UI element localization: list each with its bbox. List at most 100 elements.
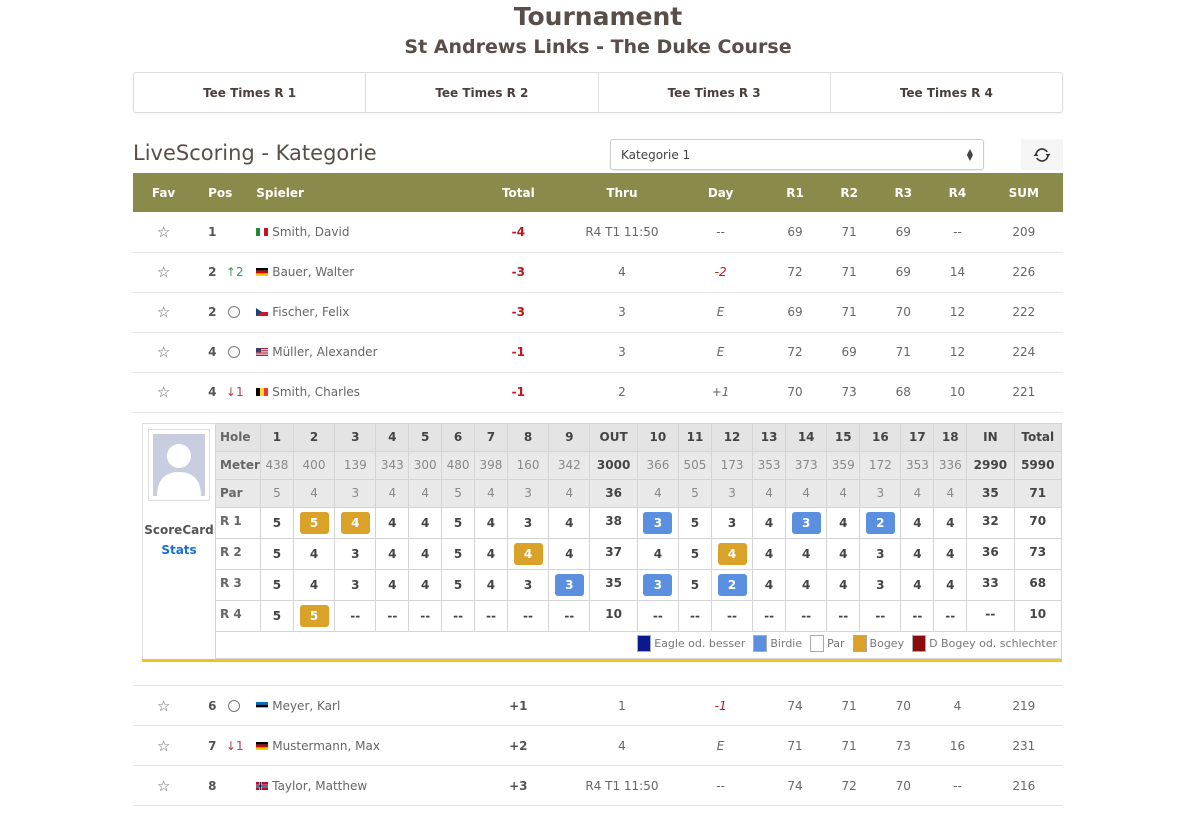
par-row-cell: 35 — [966, 478, 1015, 508]
hole-score-cell: 4 — [636, 537, 680, 570]
position: 6 — [208, 698, 217, 713]
col-total[interactable]: Total — [466, 173, 571, 212]
round-2-score: 72 — [822, 765, 877, 806]
favorite-star-icon[interactable]: ☆ — [157, 383, 170, 401]
leaderboard-row[interactable]: ☆ 4 ↓1 Smith, Charles -1 2 +1 70 73 68 10 221 — [133, 372, 1063, 413]
round-subtotal: 38 — [589, 506, 638, 539]
day-score: E — [716, 345, 725, 359]
flag-it-icon — [256, 227, 269, 236]
total-score: -1 — [511, 345, 525, 359]
player-name[interactable]: Bauer, Walter — [272, 265, 354, 279]
col-r1[interactable]: R1 — [767, 173, 823, 212]
favorite-star-icon[interactable]: ☆ — [157, 303, 170, 321]
legend-item: Birdie — [753, 634, 802, 652]
position-up-indicator: ↑2 — [225, 265, 244, 279]
favorite-star-icon[interactable]: ☆ — [157, 343, 170, 361]
day-score: +1 — [711, 385, 730, 399]
category-select[interactable]: Kategorie 1 ▲ ▼ — [610, 139, 984, 170]
col-pos[interactable]: Pos — [194, 173, 257, 212]
col-r3[interactable]: R3 — [876, 173, 931, 212]
round-2-score: 69 — [822, 332, 877, 373]
hole-score-cell: -- — [710, 599, 754, 632]
hole-score-cell: 4 — [710, 537, 754, 570]
sum-score: 219 — [984, 685, 1063, 726]
round-score-row: R 4 5 5 -- -- -- -- -- -- -- 10 -- -- -- -- -- -- -- -- -- -… — [215, 599, 1063, 632]
refresh-icon — [1033, 147, 1051, 162]
scorecard-section: ScoreCard Stats Hole 1 2 3 4 5 6 7 8 9 OUT 10 11 12 13… — [133, 412, 1063, 686]
hole-score-cell: 4 — [826, 537, 861, 570]
favorite-star-icon[interactable]: ☆ — [157, 223, 170, 241]
score-legend-row: Eagle od. besser Birdie Par Bogey D Bogey od… — [215, 630, 1062, 659]
flag-de-icon — [256, 268, 269, 276]
round-3-score: 70 — [876, 765, 931, 806]
meter-row-cell: 2990 — [966, 450, 1015, 480]
meter-row-cell: 359 — [826, 450, 861, 480]
hole-score-cell: 3 — [785, 506, 828, 539]
favorite-star-icon[interactable]: ☆ — [157, 777, 170, 795]
round-4-score: -- — [930, 212, 985, 253]
col-fav[interactable]: Fav — [133, 173, 195, 212]
par-row-cell: 5 — [260, 478, 294, 508]
leaderboard-row[interactable]: ☆ 2 Fischer, Felix -3 3 E 69 71 70 12 222 — [133, 292, 1063, 333]
leaderboard-row[interactable]: ☆ 1 Smith, David -4 R4 T1 11:50 -- 69 71 69 -- 20… — [133, 212, 1063, 253]
tab-tee-times-r2[interactable]: Tee Times R 2 — [366, 73, 599, 112]
col-spieler[interactable]: Spieler — [256, 173, 467, 212]
leaderboard-row[interactable]: ☆ 2 ↑2 Bauer, Walter -3 4 -2 72 71 69 14 226 — [133, 252, 1063, 293]
scorecard-player-column: ScoreCard Stats — [142, 422, 215, 659]
tab-tee-times-r1[interactable]: Tee Times R 1 — [134, 73, 367, 112]
tab-tee-times-r4[interactable]: Tee Times R 4 — [831, 73, 1062, 112]
player-name[interactable]: Smith, David — [272, 225, 349, 239]
round-2-score: 71 — [822, 212, 877, 253]
player-name[interactable]: Mustermann, Max — [272, 739, 380, 753]
col-r4[interactable]: R4 — [930, 173, 985, 212]
par-row-cell: 3 — [710, 478, 754, 508]
hole-header-row-cell: 8 — [506, 422, 550, 452]
col-thru[interactable]: Thru — [570, 173, 674, 212]
round-1-score: 74 — [767, 765, 823, 806]
leaderboard-row[interactable]: ☆ 8 Taylor, Matthew +3 R4 T1 11:50 -- 74 72 70-… — [133, 765, 1063, 806]
col-day[interactable]: Day — [673, 173, 768, 212]
thru: 1 — [570, 685, 674, 726]
hole-score-cell: -- — [785, 599, 828, 632]
legend-swatch — [852, 634, 867, 652]
scorecard-label: ScoreCard — [144, 522, 214, 537]
round-subtotal: -- — [966, 599, 1015, 632]
par-row: Par 5 4 3 4 4 5 4 3 4 36 4 5 3 4 4 4 3 4 4 35 71 — [215, 478, 1063, 508]
player-name[interactable]: Taylor, Matthew — [272, 779, 367, 793]
spacer-row — [133, 661, 1063, 686]
stats-link[interactable]: Stats — [161, 543, 196, 557]
sum-score: 224 — [984, 332, 1063, 373]
leaderboard-row[interactable]: ☆ 6 Meyer, Karl +1 1 -1 74 71 70 4 219 — [133, 685, 1063, 726]
leaderboard-row[interactable]: ☆ 4 Müller, Alexander -1 3 E 72 69 71 12 224 — [133, 332, 1063, 373]
flag-be-icon — [256, 388, 269, 396]
hole-score-cell: 2 — [710, 568, 754, 601]
hole-score-cell: 5 — [260, 537, 294, 570]
favorite-star-icon[interactable]: ☆ — [157, 737, 170, 755]
refresh-button[interactable] — [1021, 139, 1063, 170]
col-r2[interactable]: R2 — [822, 173, 877, 212]
legend-swatch — [810, 634, 825, 652]
flag-de-icon — [256, 741, 269, 750]
hole-score-cell: 4 — [752, 506, 787, 539]
bogey-score-chip: 4 — [340, 511, 370, 534]
hole-score-cell: -- — [334, 599, 377, 632]
hole-header-row-cell: 15 — [826, 422, 861, 452]
player-name[interactable]: Smith, Charles — [272, 385, 360, 399]
livescoring-title: LiveScoring - Kategorie — [133, 141, 377, 165]
birdie-score-chip: 3 — [643, 511, 673, 534]
player-name[interactable]: Meyer, Karl — [272, 699, 340, 713]
thru: 4 — [570, 252, 674, 293]
thru: 4 — [570, 725, 674, 766]
tab-tee-times-r3[interactable]: Tee Times R 3 — [599, 73, 831, 112]
player-name[interactable]: Fischer, Felix — [272, 305, 349, 319]
legend-item: Par — [810, 634, 845, 652]
player-name[interactable]: Müller, Alexander — [272, 345, 377, 359]
favorite-star-icon[interactable]: ☆ — [157, 697, 170, 715]
favorite-star-icon[interactable]: ☆ — [157, 263, 170, 281]
birdie-score-chip: 3 — [791, 511, 821, 534]
meter-row-label: Meter — [215, 450, 261, 480]
par-row-cell: 5 — [441, 478, 476, 508]
hole-header-row-cell: 3 — [334, 422, 377, 452]
col-sum[interactable]: SUM — [984, 173, 1063, 212]
leaderboard-row[interactable]: ☆ 7 ↓1 Mustermann, Max +2 4 E 71 71 73 16 231 — [133, 725, 1063, 766]
